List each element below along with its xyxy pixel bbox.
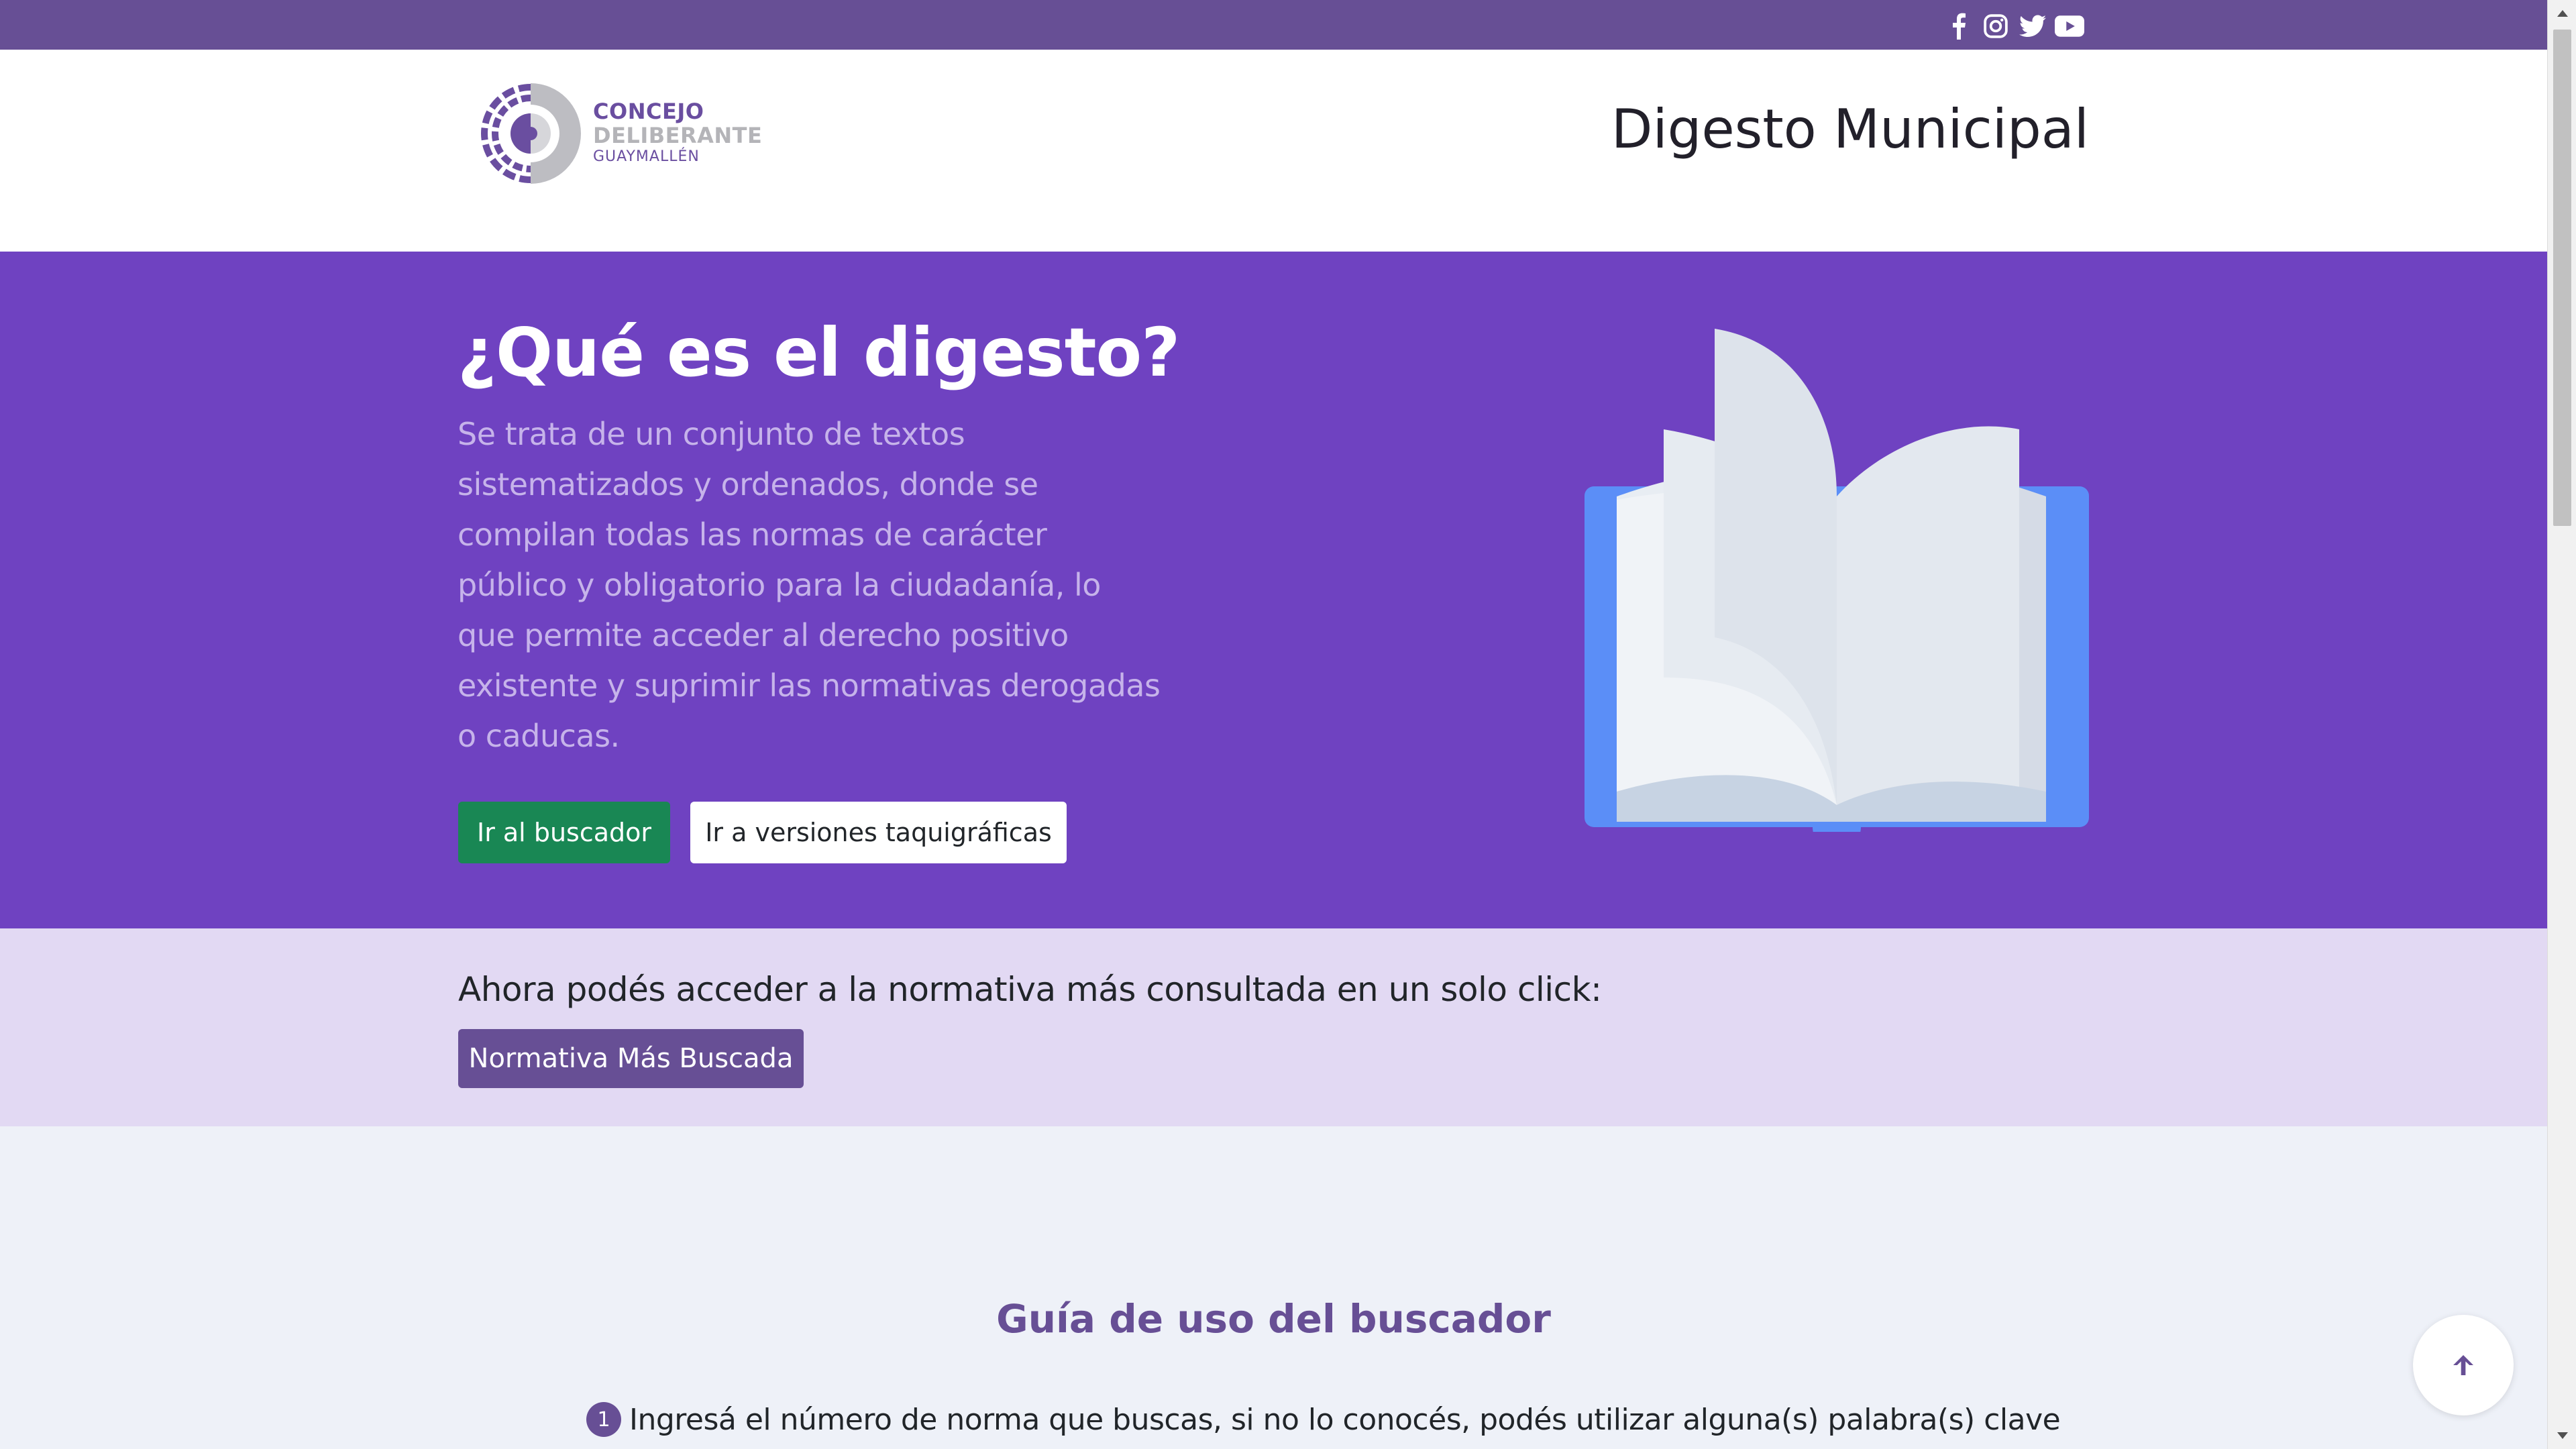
logo-line-2: DELIBERANTE [593,123,763,148]
hero-heading: ¿Qué es el digesto? [458,313,1180,392]
hero-description: Se trata de un conjunto de textos sistem… [458,416,1161,754]
guide-step: 1 Ingresá el número de norma que buscas,… [586,1402,2061,1437]
hero-section: ¿Qué es el digesto? Se trata de un conju… [0,252,2547,928]
scrollbar[interactable] [2547,0,2576,1449]
logo-line-3: GUAYMALLÉN [593,148,700,165]
logo-emblem-icon [481,83,581,184]
back-to-top-button[interactable] [2413,1315,2514,1415]
top-social-bar [0,0,2547,50]
scroll-up-arrow-icon[interactable] [2548,0,2576,27]
promo-text: Ahora podés acceder a la normativa más c… [458,970,1602,1009]
scrollbar-thumb[interactable] [2553,30,2571,526]
site-header: CONCEJO DELIBERANTE GUAYMALLÉN Digesto M… [0,50,2547,252]
go-to-search-button[interactable]: Ir al buscador [458,802,670,863]
logo-line-1: CONCEJO [593,99,704,124]
step-number-badge: 1 [586,1402,621,1437]
open-book-illustration [1585,329,2089,832]
go-to-transcripts-button[interactable]: Ir a versiones taquigráficas [690,802,1067,863]
guide-title: Guía de uso del buscador [996,1296,1551,1342]
scroll-down-arrow-icon[interactable] [2548,1422,2576,1449]
twitter-icon[interactable] [2018,11,2047,41]
logo-text: CONCEJO DELIBERANTE GUAYMALLÉN [593,99,762,166]
promo-section: Ahora podés acceder a la normativa más c… [0,928,2547,1126]
arrow-up-icon [2453,1355,2473,1375]
instagram-icon[interactable] [1981,11,2010,41]
step-text: Ingresá el número de norma que buscas, s… [629,1402,2061,1437]
most-searched-button[interactable]: Normativa Más Buscada [458,1029,804,1088]
logo[interactable]: CONCEJO DELIBERANTE GUAYMALLÉN [480,83,762,184]
facebook-icon[interactable] [1944,11,1974,41]
youtube-icon[interactable] [2055,11,2084,41]
site-title: Digesto Municipal [1611,98,2089,160]
